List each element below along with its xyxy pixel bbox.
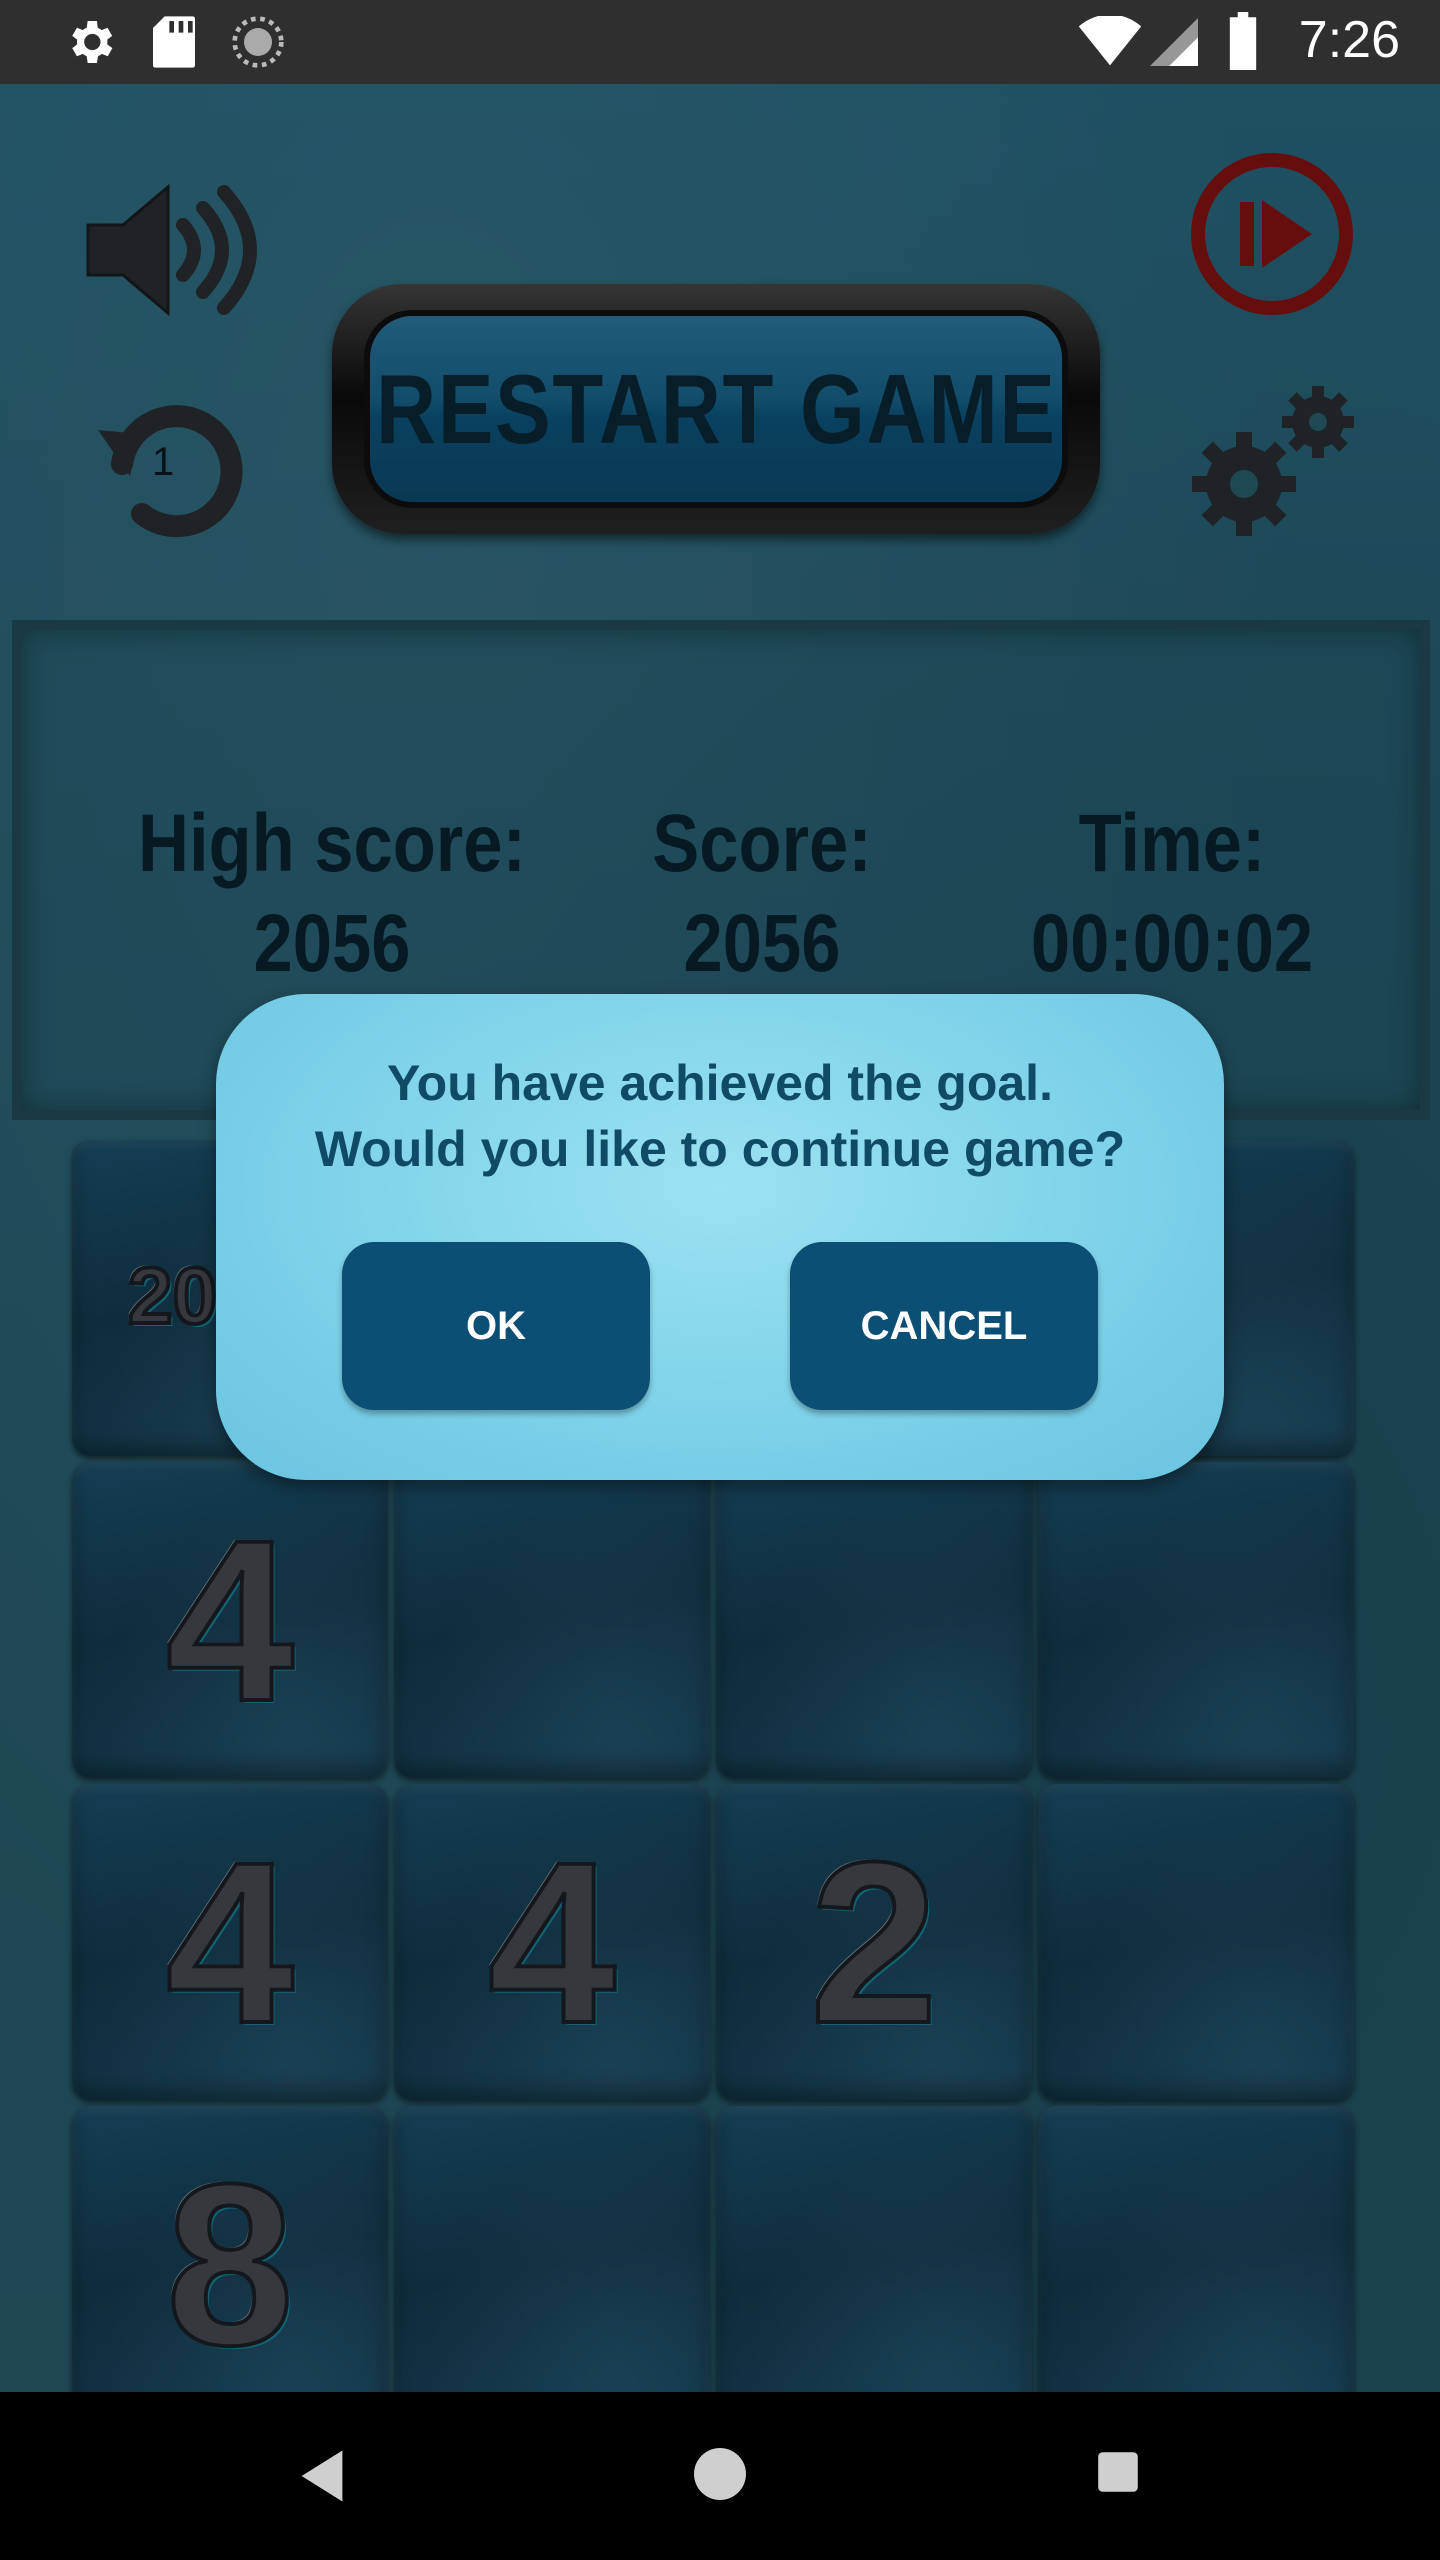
signal-icon <box>1150 16 1198 73</box>
wifi-icon <box>1078 14 1142 73</box>
ok-button[interactable]: OK <box>342 1242 650 1410</box>
home-icon[interactable] <box>694 2448 746 2505</box>
dialog-message: You have achieved the goal. Would you li… <box>216 1050 1224 1182</box>
continue-game-dialog: You have achieved the goal. Would you li… <box>216 994 1224 1480</box>
back-icon[interactable] <box>296 2448 348 2509</box>
navigation-bar <box>0 2392 1440 2560</box>
status-bar: 7:26 <box>0 0 1440 84</box>
cancel-button[interactable]: CANCEL <box>790 1242 1098 1410</box>
dialog-line-1: You have achieved the goal. <box>387 1055 1053 1111</box>
clock: 7:26 <box>1298 11 1400 69</box>
loading-icon <box>230 14 286 75</box>
recents-icon[interactable] <box>1096 2450 1140 2499</box>
battery-icon <box>1226 12 1260 75</box>
sd-card-icon <box>150 14 198 75</box>
dialog-line-2: Would you like to continue game? <box>314 1121 1126 1177</box>
gear-icon <box>62 14 118 75</box>
